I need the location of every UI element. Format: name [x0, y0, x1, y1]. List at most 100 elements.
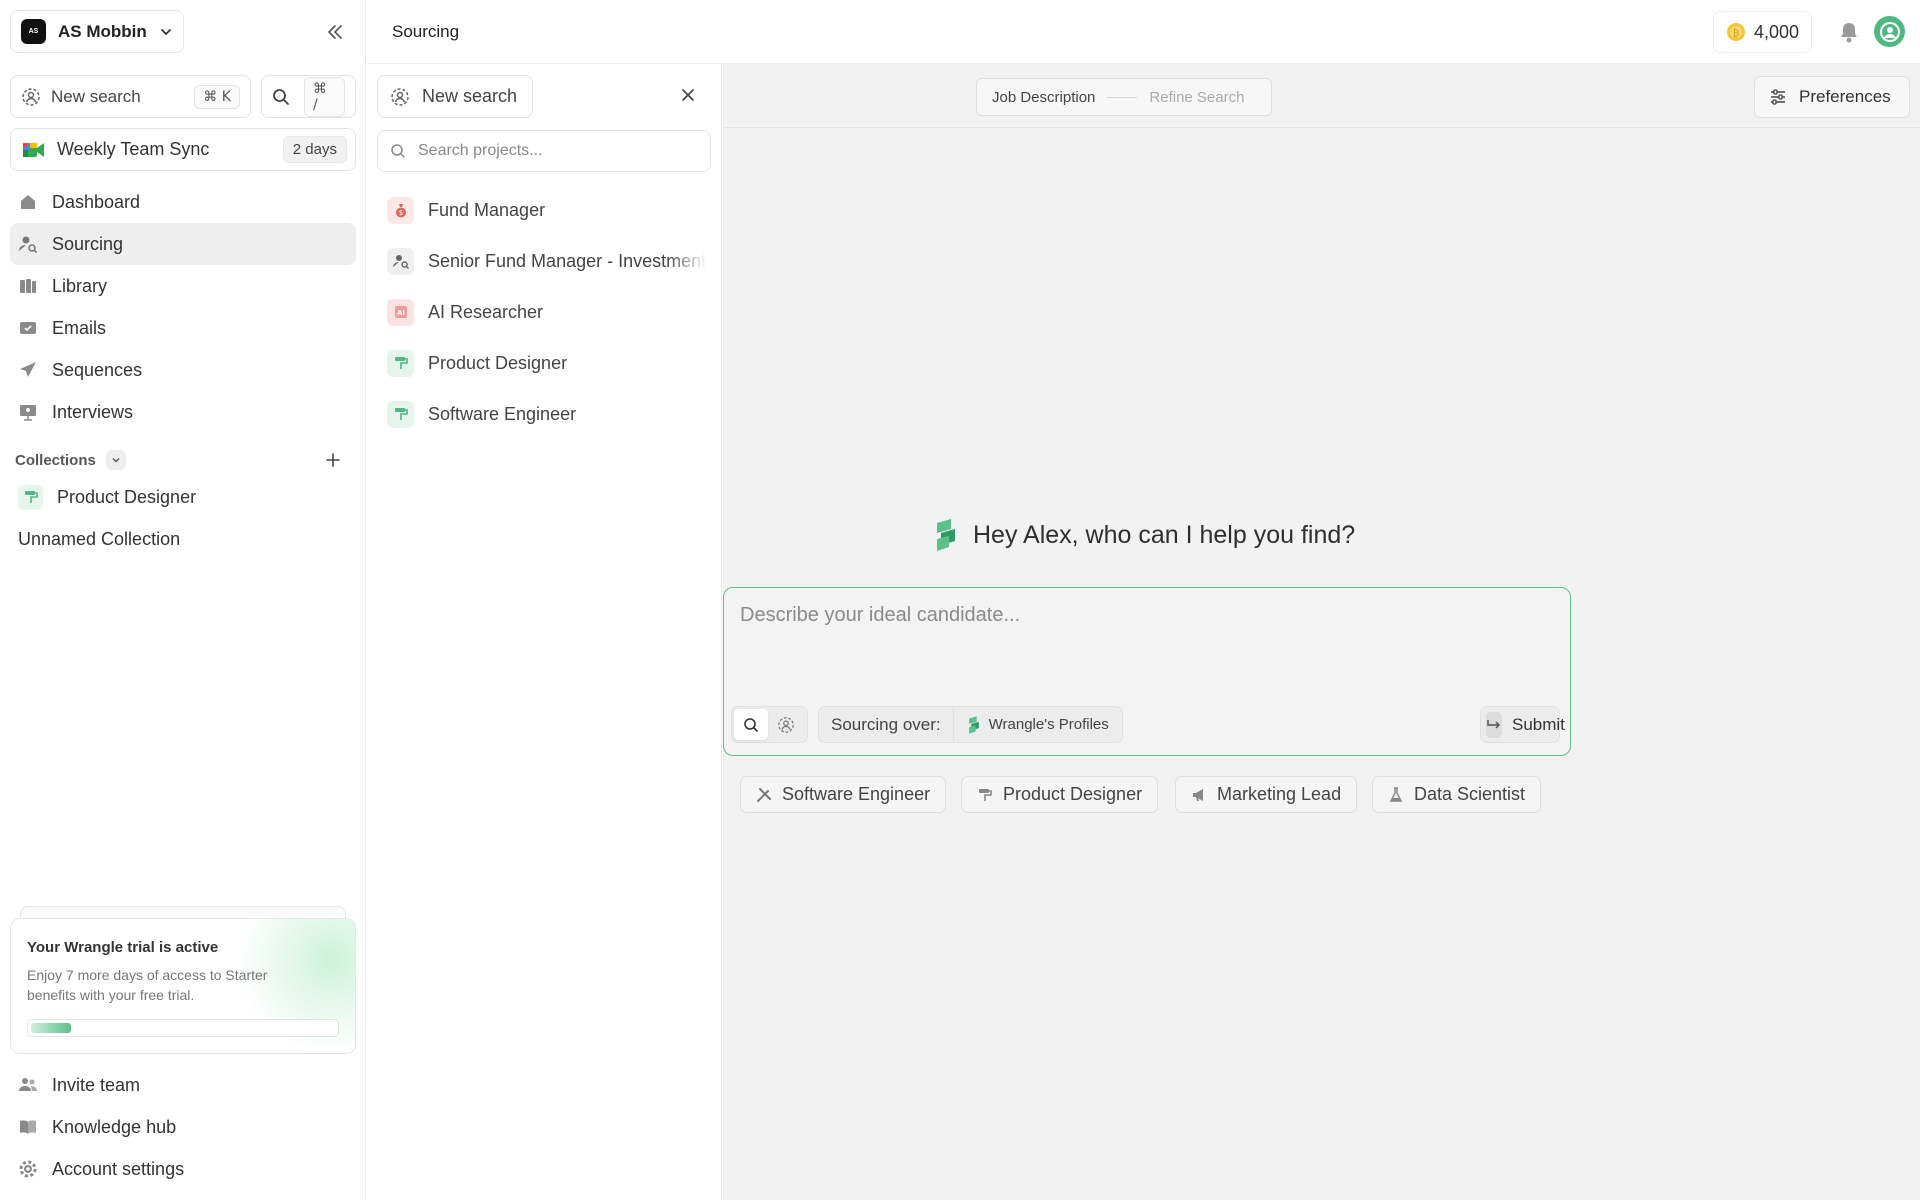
user-search-icon [18, 234, 38, 254]
collection-item-product-designer[interactable]: Product Designer [18, 480, 196, 514]
meeting-title: Weekly Team Sync [57, 139, 210, 159]
collections-toggle[interactable] [105, 450, 126, 470]
search-steps: Job Description Refine Search [976, 78, 1272, 116]
avatar[interactable] [1874, 16, 1905, 47]
new-search-button[interactable]: New search ⌘ K [10, 75, 251, 118]
submit-label: Submit [1512, 714, 1565, 734]
workspace-logo: AS [21, 19, 46, 44]
project-label: Software Engineer [428, 403, 577, 424]
project-label: AI Researcher [428, 301, 544, 322]
library-icon [18, 276, 38, 296]
bell-icon [1838, 20, 1860, 44]
sidebar-item-library[interactable]: Library [10, 265, 356, 307]
trial-progress-fill [31, 1023, 71, 1033]
enter-icon [1486, 711, 1502, 738]
suggestion-chip-marketing-lead[interactable]: Marketing Lead [1175, 776, 1358, 813]
projects-search-input[interactable] [418, 142, 698, 160]
coin-icon: ₿ [1726, 22, 1746, 42]
top-bar: Sourcing ₿ 4,000 [367, 0, 1920, 64]
sourcing-value[interactable]: Wrangle's Profiles [952, 707, 1122, 742]
user-scan-icon [778, 716, 794, 733]
collection-label: Product Designer [57, 486, 197, 507]
new-search-label: New search [51, 86, 141, 106]
ai-chip-icon: AI [387, 298, 414, 326]
meeting-reminder[interactable]: Weekly Team Sync 2 days [10, 128, 356, 171]
text-fade [667, 241, 707, 281]
project-label: Product Designer [428, 352, 568, 373]
sidebar-item-label: Library [52, 275, 108, 296]
chip-label: Marketing Lead [1217, 784, 1342, 804]
sidebar-item-label: Sourcing [52, 233, 124, 254]
projects-new-search-label: New search [422, 86, 518, 106]
step-divider [1107, 96, 1138, 98]
greeting: Hey Alex, who can I help you find? [933, 519, 1355, 551]
meeting-countdown-badge: 2 days [282, 136, 347, 163]
sidebar-item-label: Dashboard [52, 191, 141, 212]
sourcing-label: Sourcing over: [831, 714, 941, 734]
flask-icon [1388, 786, 1404, 803]
workspace-switcher[interactable]: AS AS Mobbin [10, 10, 184, 53]
trial-title: Your Wrangle trial is active [27, 939, 219, 956]
mail-check-icon [18, 318, 38, 338]
collections-header: Collections [15, 448, 355, 472]
user-avatar-icon [1879, 21, 1901, 43]
sidebar-item-interviews[interactable]: Interviews [10, 391, 356, 433]
svg-text:AI: AI [396, 309, 404, 317]
preferences-button[interactable]: Preferences [1754, 76, 1910, 118]
sidebar-item-dashboard[interactable]: Dashboard [10, 181, 356, 223]
presentation-icon [18, 402, 38, 422]
submit-button[interactable]: Submit [1480, 706, 1565, 743]
project-label: Senior Fund Manager - Investments [428, 250, 707, 271]
search-button[interactable]: ⌘ / [261, 75, 356, 118]
sidebar-item-emails[interactable]: Emails [10, 307, 356, 349]
svg-text:₿: ₿ [1733, 28, 1739, 39]
sourcing-selector[interactable]: Sourcing over: Wrangle's Profiles [818, 706, 1123, 743]
collection-label: Unnamed Collection [18, 528, 181, 549]
notifications-button[interactable] [1838, 20, 1860, 44]
invite-team-button[interactable]: Invite team [10, 1065, 140, 1105]
project-item-senior-fund-manager[interactable]: Senior Fund Manager - Investments [387, 241, 707, 281]
gear-icon [18, 1159, 38, 1179]
account-settings-button[interactable]: Account settings [10, 1149, 184, 1189]
main-area: Job Description Refine Search Preference… [723, 64, 1920, 1200]
close-icon [680, 87, 696, 103]
profile-mode-button[interactable] [768, 709, 804, 740]
step-job-description[interactable]: Job Description [992, 89, 1095, 106]
project-item-fund-manager[interactable]: $ Fund Manager [387, 190, 707, 230]
money-bag-icon: $ [387, 196, 414, 224]
search-mode-button[interactable] [734, 709, 768, 740]
suggestion-chip-software-engineer[interactable]: Software Engineer [740, 776, 947, 813]
sidebar-item-sequences[interactable]: Sequences [10, 349, 356, 391]
suggestion-chip-product-designer[interactable]: Product Designer [961, 776, 1159, 813]
add-collection-button[interactable] [322, 449, 344, 471]
credits-value: 4,000 [1753, 21, 1799, 42]
chip-label: Product Designer [1003, 784, 1143, 804]
workspace-name: AS Mobbin [58, 21, 147, 41]
step-refine-search[interactable]: Refine Search [1149, 89, 1244, 106]
candidate-description-input[interactable] [740, 604, 1550, 664]
send-icon [18, 360, 38, 380]
sidebar-item-sourcing[interactable]: Sourcing [10, 223, 356, 265]
trial-progress-bar [27, 1019, 339, 1037]
credits-badge[interactable]: ₿ 4,000 [1712, 11, 1812, 53]
wrangle-logo-icon [933, 519, 959, 551]
greeting-text: Hey Alex, who can I help you find? [973, 520, 1356, 549]
close-projects-button[interactable] [680, 87, 696, 103]
projects-new-search-button[interactable]: New search [377, 75, 533, 118]
project-item-ai-researcher[interactable]: AI AI Researcher [387, 292, 707, 332]
collection-item-unnamed[interactable]: Unnamed Collection [18, 522, 180, 556]
sidebar-item-label: Interviews [52, 401, 134, 422]
sidebar-item-label: Emails [52, 317, 107, 338]
knowledge-hub-button[interactable]: Knowledge hub [10, 1107, 176, 1147]
home-icon [18, 192, 38, 212]
project-item-product-designer[interactable]: Product Designer [387, 343, 707, 383]
chevron-down-icon [159, 25, 173, 39]
collapse-sidebar-button[interactable] [322, 20, 348, 44]
footer-label: Invite team [52, 1074, 141, 1095]
chip-label: Data Scientist [1414, 784, 1526, 804]
projects-search-box[interactable] [377, 130, 711, 172]
suggestion-chip-data-scientist[interactable]: Data Scientist [1372, 776, 1542, 813]
sidebar-item-label: Sequences [52, 359, 143, 380]
tools-icon [756, 787, 772, 803]
project-item-software-engineer[interactable]: Software Engineer [387, 394, 707, 434]
